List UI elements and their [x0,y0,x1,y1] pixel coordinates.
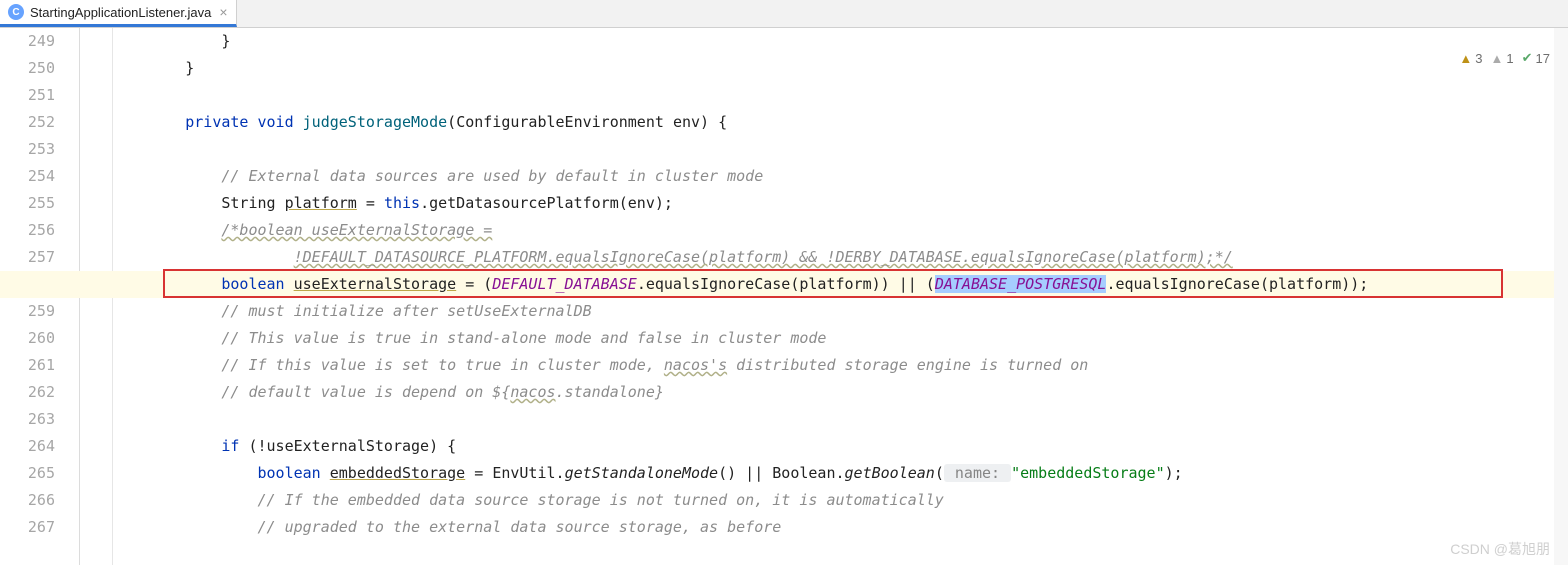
line-number: 250 [0,55,55,82]
line-number: 263 [0,406,55,433]
code-line[interactable]: } [113,28,1568,55]
line-number: 265 [0,460,55,487]
code-line[interactable]: } [113,55,1568,82]
code-line[interactable] [113,82,1568,109]
code-line[interactable]: // If the embedded data source storage i… [113,487,1568,514]
code-line[interactable]: /*boolean useExternalStorage = [113,217,1568,244]
line-number: 262 [0,379,55,406]
line-number: 259 [0,298,55,325]
code-line[interactable] [113,136,1568,163]
code-line[interactable]: String platform = this.getDatasourcePlat… [113,190,1568,217]
code-line[interactable]: // default value is depend on ${nacos.st… [113,379,1568,406]
tab-filename: StartingApplicationListener.java [30,5,211,20]
code-line[interactable]: // must initialize after setUseExternalD… [113,298,1568,325]
code-line[interactable]: boolean embeddedStorage = EnvUtil.getSta… [113,460,1568,487]
code-area[interactable]: } } private void judgeStorageMode(Config… [113,28,1568,565]
code-line[interactable]: // External data sources are used by def… [113,163,1568,190]
line-number: 251 [0,82,55,109]
line-number: 264 [0,433,55,460]
line-number: 257 [0,244,55,271]
code-line[interactable]: !DEFAULT_DATASOURCE_PLATFORM.equalsIgnor… [113,244,1568,271]
line-number: 249 [0,28,55,55]
line-number: 254 [0,163,55,190]
tab-bar: C StartingApplicationListener.java × [0,0,1568,28]
code-line[interactable]: // If this value is set to true in clust… [113,352,1568,379]
line-number: 261 [0,352,55,379]
java-class-icon: C [8,4,24,20]
code-line[interactable]: boolean useExternalStorage = (DEFAULT_DA… [113,271,1568,298]
code-line[interactable]: private void judgeStorageMode(Configurab… [113,109,1568,136]
line-number: 253 [0,136,55,163]
scrollbar[interactable] [1554,28,1568,565]
editor-tab[interactable]: C StartingApplicationListener.java × [0,0,237,27]
line-number: 260 [0,325,55,352]
code-line[interactable] [113,406,1568,433]
code-line[interactable]: // upgraded to the external data source … [113,514,1568,541]
line-number: 266 [0,487,55,514]
code-line[interactable]: if (!useExternalStorage) { [113,433,1568,460]
line-number: 256 [0,217,55,244]
watermark: CSDN @葛旭朋 [1450,539,1550,559]
close-icon[interactable]: × [219,4,227,20]
code-line[interactable]: // This value is true in stand-alone mod… [113,325,1568,352]
line-number: 267 [0,514,55,541]
line-number: 255 [0,190,55,217]
editor: 2492502512522532542552562572582592602612… [0,28,1568,565]
line-number: 252 [0,109,55,136]
